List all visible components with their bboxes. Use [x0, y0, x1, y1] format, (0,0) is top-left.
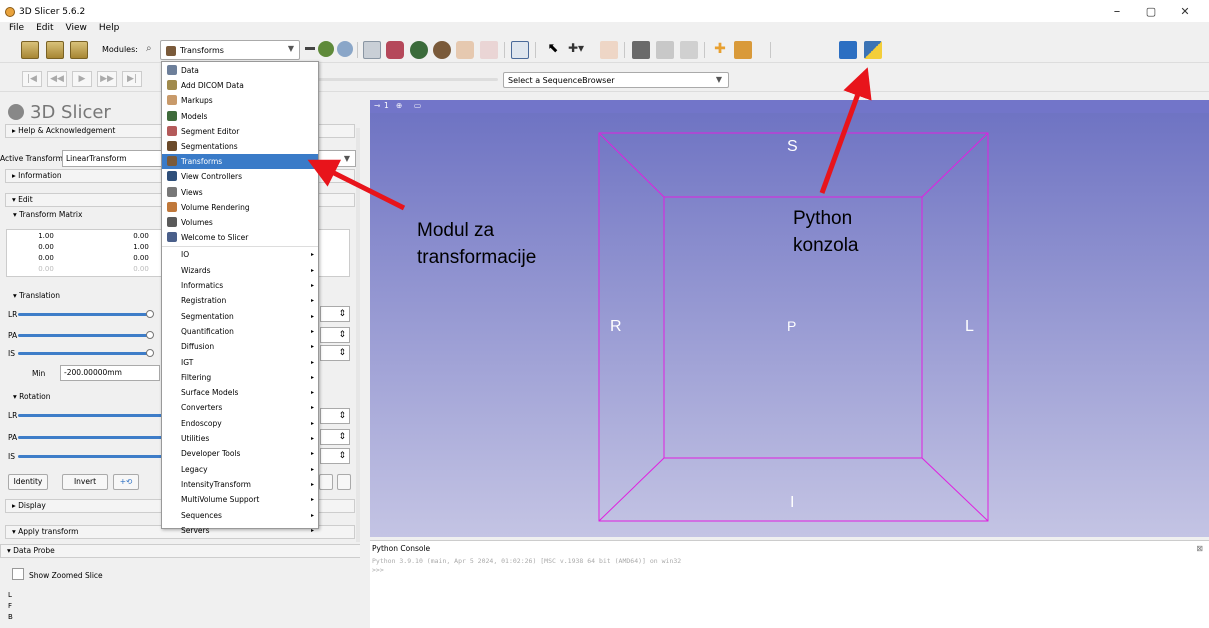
arrow-to-transforms [307, 159, 406, 211]
annotation-arrows [307, 67, 872, 211]
arrow-to-python-console [819, 67, 872, 194]
